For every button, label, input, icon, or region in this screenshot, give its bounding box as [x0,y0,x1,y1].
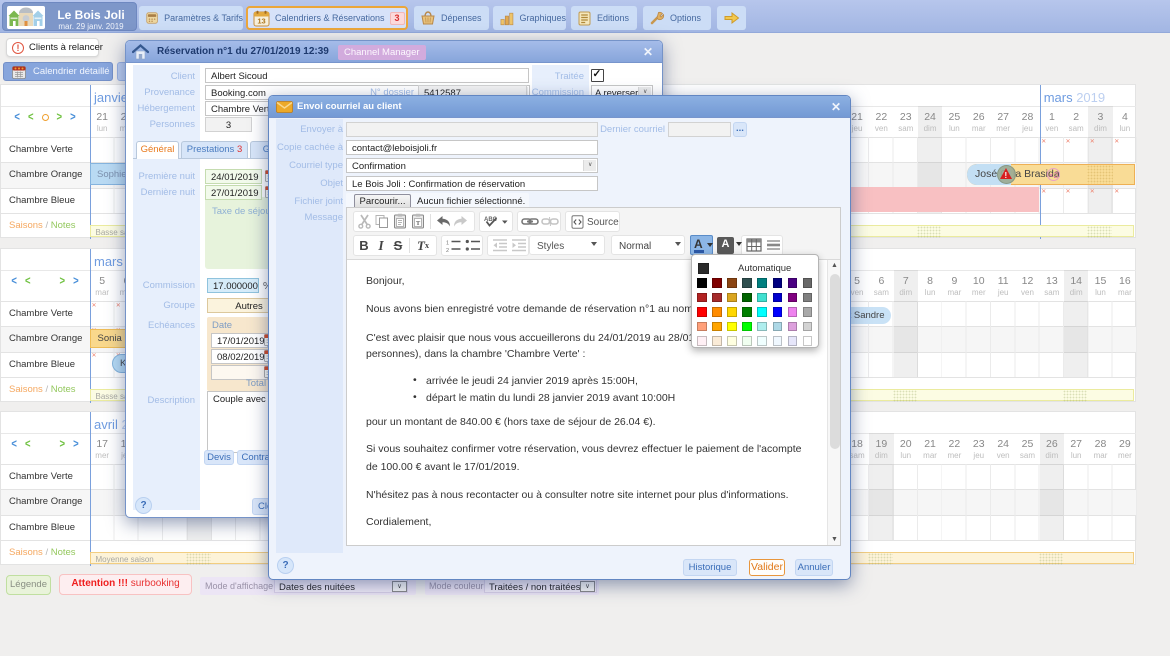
svg-text:2: 2 [446,248,449,253]
svg-text:1: 1 [446,241,449,247]
svg-text:13: 13 [257,16,265,25]
svg-text:T: T [416,220,421,227]
